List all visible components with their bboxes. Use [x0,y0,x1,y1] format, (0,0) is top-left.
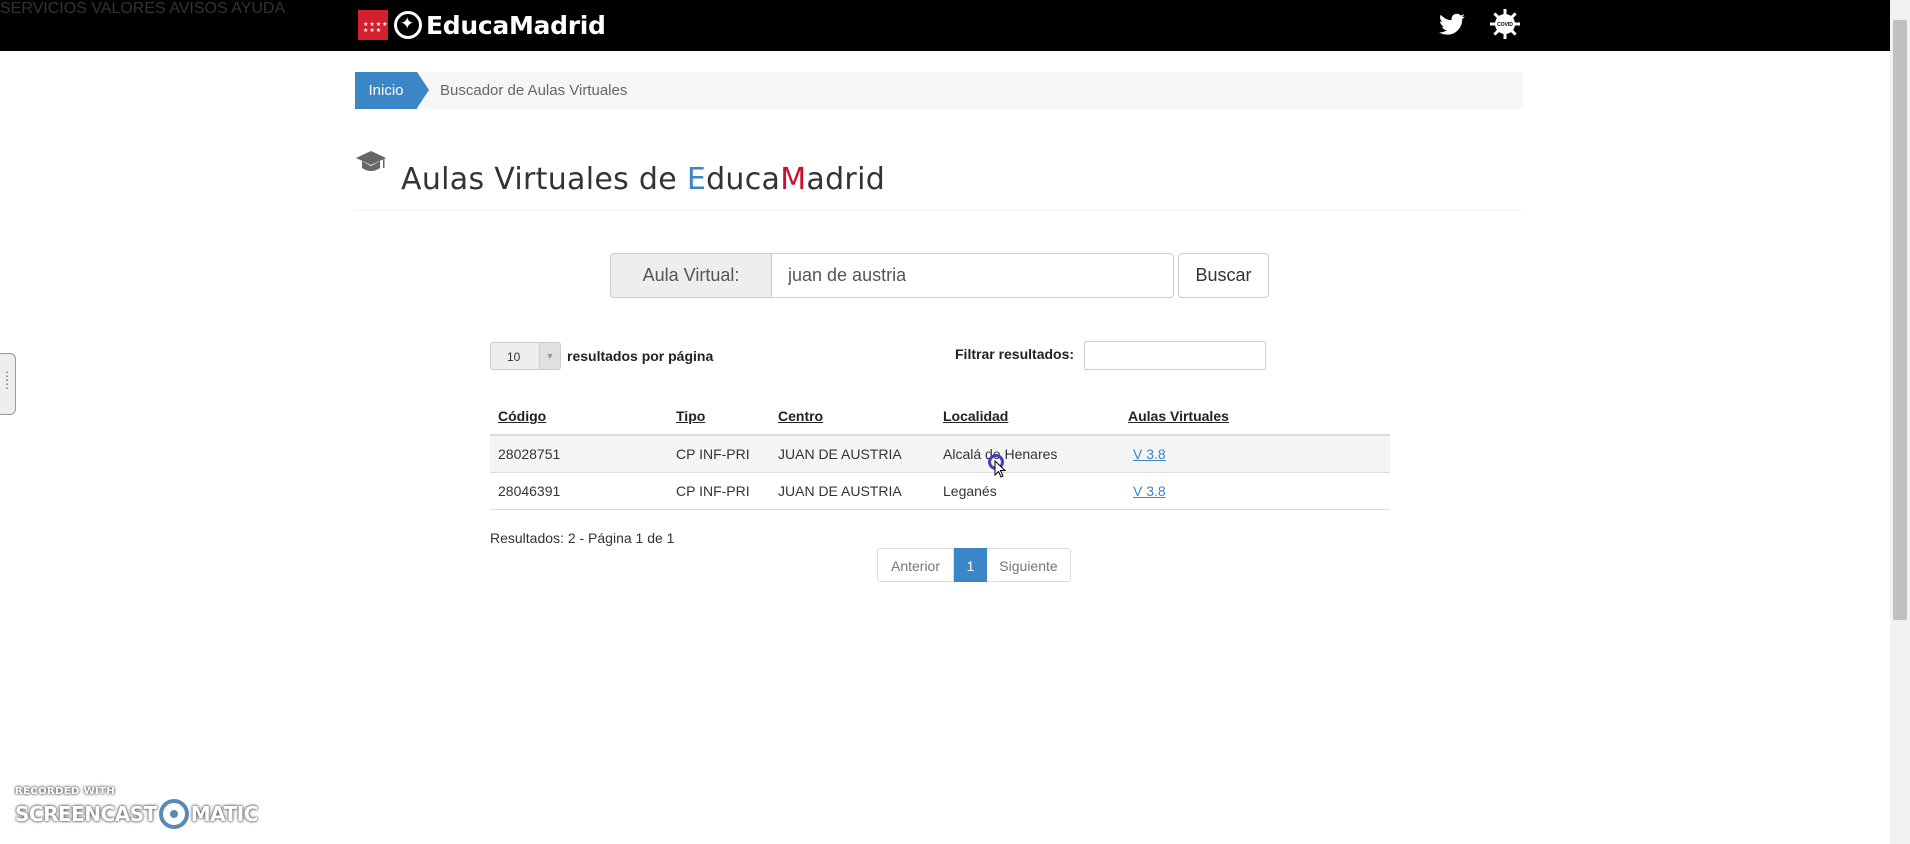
cell-tipo: CP INF-PRI [668,472,770,510]
search-group: Aula Virtual: Buscar [610,253,1269,298]
graduation-cap-icon [356,151,386,171]
cell-centro: JUAN DE AUSTRIA [770,435,935,473]
cell-localidad: Leganés [935,472,1120,510]
brand-name: EducaMadrid [426,10,606,40]
title-adrid: adrid [806,162,886,198]
page-size-label: resultados por página [567,348,714,364]
title-letter-e: E [686,162,707,198]
table-row: 28046391 CP INF-PRI JUAN DE AUSTRIA Lega… [490,472,1390,510]
chevron-down-icon: ▼ [539,343,560,369]
page-title: Aulas Virtuales de EducaMadrid [401,162,885,197]
title-letter-m: M [780,162,807,198]
filter-input[interactable] [1084,341,1266,370]
brand-logo[interactable]: ★★★★★★★ EducaMadrid [358,8,606,42]
title-duca: duca [706,162,781,198]
grip-icon: ⋮ ⋮ [1,369,13,391]
page-size-select[interactable]: 10 ▼ [490,342,561,370]
search-button[interactable]: Buscar [1178,253,1269,298]
breadcrumb-arrow [417,72,429,108]
cell-centro: JUAN DE AUSTRIA [770,472,935,510]
cell-aula: V 3.8 [1120,472,1390,510]
header-centro[interactable]: Centro [770,398,935,436]
watermark-left: SCREENCAST [15,802,157,826]
header-aulas-virtuales[interactable]: Aulas Virtuales [1120,398,1390,436]
cell-codigo: 28028751 [490,435,668,473]
header-codigo[interactable]: Código [490,398,668,436]
mouse-cursor-icon [994,460,1007,478]
cell-tipo: CP INF-PRI [668,435,770,473]
twitter-icon[interactable] [1437,11,1467,39]
results-table: Código Tipo Centro Localidad Aulas Virtu… [490,398,1390,510]
covid-gear-icon[interactable]: COVID [1489,8,1521,40]
breadcrumb-current: Buscador de Aulas Virtuales [440,82,628,99]
comunidad-madrid-flag-icon: ★★★★ ★★★ [358,10,388,40]
screencast-record-icon [158,799,189,829]
screencast-watermark: RECORDED WITH SCREENCAST MATIC [15,786,258,829]
breadcrumb-home[interactable]: Inicio [355,72,417,109]
pagination-prev[interactable]: Anterior [877,548,954,582]
nav-ayuda[interactable]: AYUDA [231,0,285,17]
page-size-control: 10 ▼ resultados por página [490,342,713,370]
cell-localidad: Alcalá de Henares [935,435,1120,473]
pagination-next[interactable]: Siguiente [987,548,1071,582]
cell-codigo: 28046391 [490,472,668,510]
educamadrid-logo-icon [394,11,422,39]
pagination-current[interactable]: 1 [954,548,987,582]
filter-label: Filtrar resultados: [955,346,1075,362]
header-localidad[interactable]: Localidad [935,398,1120,436]
page-scrollbar[interactable] [1890,0,1910,844]
watermark-line1: RECORDED WITH [15,786,116,797]
breadcrumb: Inicio Buscador de Aulas Virtuales [355,72,1523,109]
covid-label: COVID [1497,22,1513,28]
table-row: 28028751 CP INF-PRI JUAN DE AUSTRIA Alca… [490,435,1390,473]
nav-valores[interactable]: VALORES [91,0,165,17]
title-prefix: Aulas Virtuales de [401,162,687,198]
page-size-value: 10 [507,350,521,364]
search-input[interactable] [772,253,1174,298]
pagination: Anterior 1 Siguiente [877,548,1071,582]
top-navbar: ★★★★★★★ EducaMadrid SERVICIOS VALORES AV… [0,0,1890,51]
watermark-right: MATIC [190,802,259,826]
aula-virtual-link[interactable]: V 3.8 [1128,483,1166,499]
search-label: Aula Virtual: [610,253,772,298]
header-tipo[interactable]: Tipo [668,398,770,436]
cell-aula: V 3.8 [1120,435,1390,473]
aula-virtual-link[interactable]: V 3.8 [1128,446,1166,462]
scrollbar-thumb[interactable] [1893,20,1907,620]
table-header-row: Código Tipo Centro Localidad Aulas Virtu… [490,398,1390,436]
nav-servicios[interactable]: SERVICIOS [0,0,87,17]
nav-avisos[interactable]: AVISOS [169,0,227,17]
title-divider [355,210,1523,211]
results-info: Resultados: 2 - Página 1 de 1 [490,530,675,546]
side-panel-handle[interactable]: ⋮ ⋮ [0,353,16,415]
